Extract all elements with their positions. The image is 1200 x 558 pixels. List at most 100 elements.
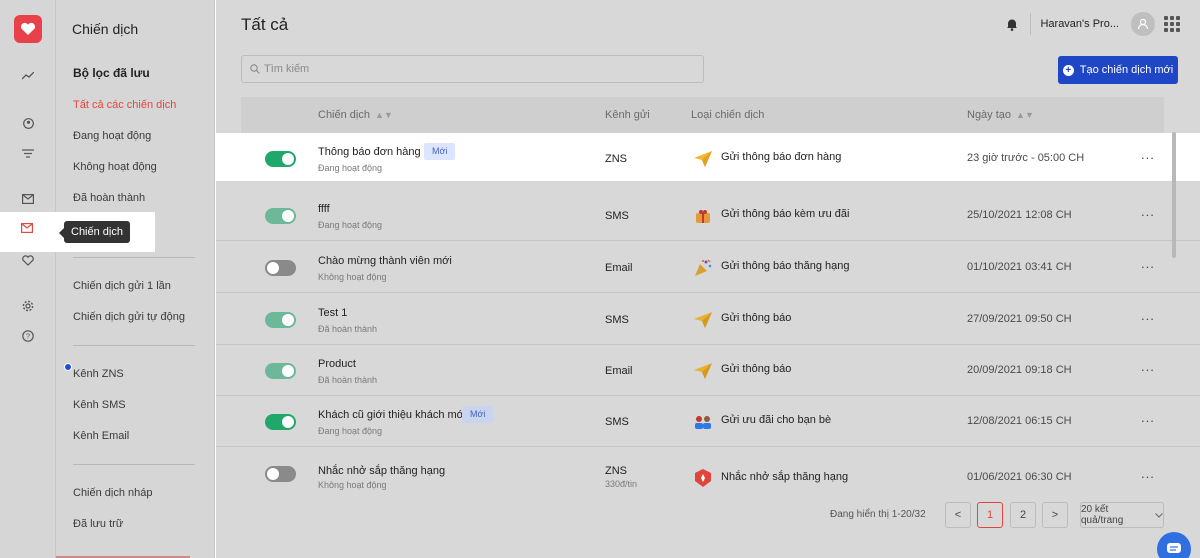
chat-button[interactable] [1157,532,1191,558]
shop-name[interactable]: Haravan's Pro... [1040,18,1119,30]
channel: Email [605,262,633,274]
avatar[interactable] [1131,12,1155,36]
table-row[interactable]: Thông báo đơn hàng Mới Đang hoạt động ZN… [216,133,1200,181]
page-2-button[interactable]: 2 [1010,502,1036,528]
icon-rail: ? [0,0,56,558]
customer-icon[interactable] [17,114,39,132]
search-box[interactable] [241,55,704,83]
help-icon[interactable]: ? [17,327,39,345]
campaign-type: Gửi thông báo kèm ưu đãi [721,208,850,220]
table-row[interactable]: Khách cũ giới thiệu khách mới Mới Đang h… [216,396,1200,447]
campaign-toggle[interactable] [265,466,296,482]
campaign-toggle[interactable] [265,312,296,328]
create-campaign-button[interactable]: + Tạo chiến dịch mới [1058,56,1178,84]
campaign-name[interactable]: ffff [318,203,330,215]
column-type: Loại chiến dịch [691,109,765,121]
campaign-toggle[interactable] [265,260,296,276]
more-actions-button[interactable]: ... [1141,204,1155,219]
divider [73,345,195,346]
sort-icon[interactable]: ▲▼ [375,110,393,120]
prev-page-button[interactable]: < [945,502,971,528]
table-row[interactable]: Test 1 Đã hoàn thành SMS Gửi thông báo 2… [216,294,1200,345]
table-row[interactable]: Product Đã hoàn thành Email Gửi thông bá… [216,345,1200,396]
apps-grid-icon[interactable] [1164,16,1180,32]
loyalty-icon[interactable] [17,251,39,269]
friends-icon [693,412,713,432]
campaign-status: Đang hoạt động [318,220,383,230]
campaign-toggle[interactable] [265,151,296,167]
column-campaign-label: Chiến dịch [318,109,370,121]
campaign-status: Đang hoạt động [318,163,383,173]
campaign-name[interactable]: Khách cũ giới thiệu khách mới [318,409,466,421]
search-input[interactable] [264,63,703,75]
campaign-name[interactable]: Nhắc nhở sắp thăng hạng [318,465,445,477]
sidebar-item-archived[interactable]: Đã lưu trữ [73,518,123,530]
campaign-status: Đã hoàn thành [318,324,378,334]
sidebar-item-drafts[interactable]: Chiến dịch nháp [73,487,153,499]
more-actions-button[interactable]: ... [1141,466,1155,481]
sidebar-item-inactive[interactable]: Không hoạt động [73,161,157,173]
campaign-name[interactable]: Test 1 [318,307,347,319]
more-actions-button[interactable]: ... [1141,256,1155,271]
pagination-info: Đang hiển thị 1-20/32 [830,509,926,520]
more-actions-button[interactable]: ... [1141,308,1155,323]
mail-template-icon[interactable] [17,190,39,208]
analytics-icon[interactable] [17,67,39,85]
filter-icon[interactable] [17,144,39,162]
sidebar-title: Chiến dịch [72,21,139,37]
table-row[interactable]: Nhắc nhở sắp thăng hạng Không hoạt động … [216,448,1200,499]
page-1-button[interactable]: 1 [977,502,1003,528]
sidebar-item-one-time[interactable]: Chiến dịch gửi 1 lần [73,280,171,292]
divider [73,257,195,258]
sort-icon[interactable]: ▲▼ [1016,110,1034,120]
main-content: Tất cả Haravan's Pro... + Tạo chiến dịch… [216,0,1200,558]
created-date: 12/08/2021 06:15 CH [967,415,1072,427]
new-badge: Mới [462,406,494,423]
scrollbar[interactable] [1172,132,1176,258]
campaign-mail-icon[interactable] [21,222,34,236]
campaign-name[interactable]: Product [318,358,356,370]
bell-icon[interactable] [1002,14,1022,34]
per-page-select[interactable]: 20 kết quả/trang [1080,502,1164,528]
rank-badge-icon [693,468,713,488]
column-campaign[interactable]: Chiến dịch ▲▼ [318,109,393,121]
sidebar-item-sms[interactable]: Kênh SMS [73,399,126,411]
campaign-type: Gửi ưu đãi cho bạn bè [721,414,832,426]
sidebar-item-email[interactable]: Kênh Email [73,430,129,442]
table-row[interactable]: Chào mừng thành viên mới Không hoạt động… [216,242,1200,293]
settings-icon[interactable] [17,297,39,315]
column-created[interactable]: Ngày tạo ▲▼ [967,109,1034,121]
created-date: 01/06/2021 06:30 CH [967,471,1072,483]
created-date: 20/09/2021 09:18 CH [967,364,1072,376]
channel: SMS [605,416,629,428]
table-header: Chiến dịch ▲▼ Kênh gửi Loại chiến dịch Ng… [241,97,1164,133]
party-popper-icon [693,258,713,278]
campaign-name[interactable]: Thông báo đơn hàng [318,146,421,158]
campaign-status: Không hoạt động [318,272,387,282]
sidebar-item-active[interactable]: Đang hoạt động [73,130,151,142]
divider [73,464,195,465]
sidebar-item-automated[interactable]: Chiến dịch gửi tự động [73,311,185,323]
pagination: Đang hiển thị 1-20/32 < 1 2 > 20 kết quả… [216,502,1200,528]
chat-icon [1167,543,1181,553]
sidebar-item-all-campaigns[interactable]: Tất cả các chiến dịch [73,99,176,111]
app-logo[interactable] [14,15,42,43]
channel: SMS [605,210,629,222]
sidebar-item-zns[interactable]: Kênh ZNS [73,368,124,380]
campaign-toggle[interactable] [265,208,296,224]
plus-icon: + [1062,64,1074,76]
gift-icon [693,206,713,226]
table-row[interactable]: ffff Đang hoạt động SMS Gửi thông báo kè… [216,190,1200,241]
campaign-type: Gửi thông báo [721,312,792,324]
campaign-status: Không hoạt động [318,480,387,490]
more-actions-button[interactable]: ... [1141,410,1155,425]
campaign-toggle[interactable] [265,363,296,379]
next-page-button[interactable]: > [1042,502,1068,528]
campaign-toggle[interactable] [265,414,296,430]
more-actions-button[interactable]: ... [1141,147,1155,162]
more-actions-button[interactable]: ... [1141,359,1155,374]
sidebar-item-completed[interactable]: Đã hoàn thành [73,192,145,204]
heart-icon [20,22,36,35]
page-title: Tất cả [241,15,289,34]
campaign-name[interactable]: Chào mừng thành viên mới [318,255,452,267]
